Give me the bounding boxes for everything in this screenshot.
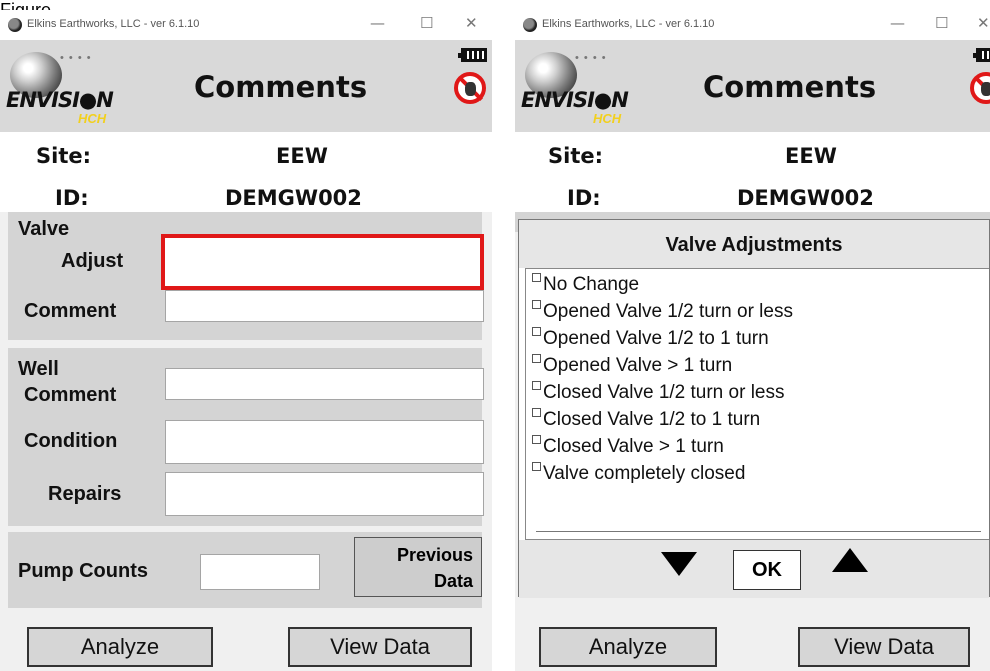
- valve-panel: Valve Adjust Comment: [8, 212, 484, 340]
- maximize-button[interactable]: ☐: [420, 14, 433, 32]
- hch-logo-text: HCH: [593, 111, 622, 126]
- pump-counts-label: Pump Counts: [18, 560, 148, 582]
- close-button[interactable]: ✕: [977, 14, 990, 32]
- id-label: ID:: [567, 186, 601, 210]
- logo-dots: • • • •: [575, 52, 607, 64]
- well-comment-field[interactable]: [165, 368, 484, 400]
- previous-data-line1: Previous: [396, 545, 473, 565]
- option-closed-half-or-less[interactable]: Closed Valve 1/2 turn or less: [532, 381, 785, 404]
- page-title: Comments: [703, 70, 877, 104]
- site-label: Site:: [548, 144, 604, 168]
- adjust-label: Adjust: [61, 250, 124, 272]
- view-data-button[interactable]: View Data: [288, 627, 472, 667]
- app-logo-icon: [8, 18, 22, 32]
- id-value: DEMGW002: [225, 186, 362, 210]
- comments-window-right: Elkins Earthworks, LLC - ver 6.1.10 — ☐ …: [515, 10, 990, 671]
- site-info: Site: EEW ID: DEMGW002: [515, 132, 990, 212]
- condition-label: Condition: [24, 430, 118, 452]
- well-panel: Well Comment Condition Repairs: [8, 348, 484, 526]
- checkbox[interactable]: [532, 381, 541, 390]
- pump-counts-panel: Pump Counts Previous Data: [8, 532, 482, 608]
- battery-icon: [973, 48, 990, 62]
- checkbox[interactable]: [532, 354, 541, 363]
- pump-counts-field[interactable]: [200, 554, 320, 590]
- condition-field[interactable]: [165, 420, 484, 464]
- maximize-button[interactable]: ☐: [935, 14, 948, 32]
- page-title: Comments: [194, 70, 368, 104]
- option-opened-half-or-less[interactable]: Opened Valve 1/2 turn or less: [532, 300, 793, 323]
- valve-comment-field[interactable]: [165, 290, 484, 322]
- window-title: Elkins Earthworks, LLC - ver 6.1.10: [27, 18, 200, 30]
- id-value: DEMGW002: [737, 186, 874, 210]
- analyze-button[interactable]: Analyze: [539, 627, 717, 667]
- header: • • • • ENVISI●N HCH Comments: [515, 40, 990, 132]
- envision-logo-text: ENVISI●N: [521, 88, 629, 112]
- title-bar: Elkins Earthworks, LLC - ver 6.1.10 — ☐ …: [515, 10, 990, 40]
- ok-button[interactable]: OK: [733, 550, 801, 590]
- checkbox[interactable]: [532, 435, 541, 444]
- view-data-button[interactable]: View Data: [798, 627, 970, 667]
- no-gps-signal-icon: [454, 72, 486, 104]
- minimize-button[interactable]: —: [890, 14, 905, 32]
- window-title: Elkins Earthworks, LLC - ver 6.1.10: [542, 18, 715, 30]
- app-logo-icon: [523, 18, 537, 32]
- valve-adjust-field[interactable]: [161, 234, 484, 290]
- option-opened-half-to-one[interactable]: Opened Valve 1/2 to 1 turn: [532, 327, 769, 350]
- option-closed-over-one[interactable]: Closed Valve > 1 turn: [532, 435, 724, 458]
- previous-data-line2: Data: [433, 571, 473, 591]
- repairs-field[interactable]: [165, 472, 484, 516]
- checkbox[interactable]: [532, 462, 541, 471]
- valve-adjustments-dialog: Valve Adjustments No Change Opened Valve…: [518, 219, 990, 598]
- site-info: Site: EEW ID: DEMGW002: [0, 132, 492, 212]
- valve-label: Valve: [18, 218, 70, 240]
- close-button[interactable]: ✕: [465, 14, 478, 32]
- repairs-label: Repairs: [48, 483, 122, 505]
- title-bar: Elkins Earthworks, LLC - ver 6.1.10 — ☐ …: [0, 10, 492, 40]
- valve-options-list[interactable]: No Change Opened Valve 1/2 turn or less …: [525, 268, 989, 540]
- site-value: EEW: [276, 144, 328, 168]
- well-comment-label: Comment: [24, 384, 117, 406]
- option-closed-half-to-one[interactable]: Closed Valve 1/2 to 1 turn: [532, 408, 760, 431]
- site-label: Site:: [36, 144, 92, 168]
- scroll-up-arrow-icon[interactable]: [832, 548, 868, 572]
- checkbox[interactable]: [532, 408, 541, 417]
- option-completely-closed[interactable]: Valve completely closed: [532, 462, 745, 485]
- checkbox[interactable]: [532, 273, 541, 282]
- no-gps-signal-icon: [970, 72, 990, 104]
- option-no-change[interactable]: No Change: [532, 273, 639, 296]
- scroll-down-arrow-icon[interactable]: [661, 552, 697, 576]
- dialog-footer: OK: [519, 540, 989, 598]
- dialog-title: Valve Adjustments: [519, 220, 989, 268]
- option-opened-over-one[interactable]: Opened Valve > 1 turn: [532, 354, 732, 377]
- site-value: EEW: [785, 144, 837, 168]
- envision-logo-text: ENVISI●N: [6, 88, 114, 112]
- horizontal-scrollbar[interactable]: [536, 531, 981, 532]
- valve-comment-label: Comment: [24, 300, 117, 322]
- battery-icon: [458, 48, 487, 62]
- logo-dots: • • • •: [60, 52, 92, 64]
- well-label: Well: [18, 358, 59, 380]
- checkbox[interactable]: [532, 300, 541, 309]
- previous-data-button[interactable]: Previous Data: [354, 537, 482, 597]
- hch-logo-text: HCH: [78, 111, 107, 126]
- header: • • • • ENVISI●N HCH Comments: [0, 40, 492, 132]
- analyze-button[interactable]: Analyze: [27, 627, 213, 667]
- checkbox[interactable]: [532, 327, 541, 336]
- comments-window-left: Elkins Earthworks, LLC - ver 6.1.10 — ☐ …: [0, 10, 492, 671]
- minimize-button[interactable]: —: [370, 14, 385, 32]
- id-label: ID:: [55, 186, 89, 210]
